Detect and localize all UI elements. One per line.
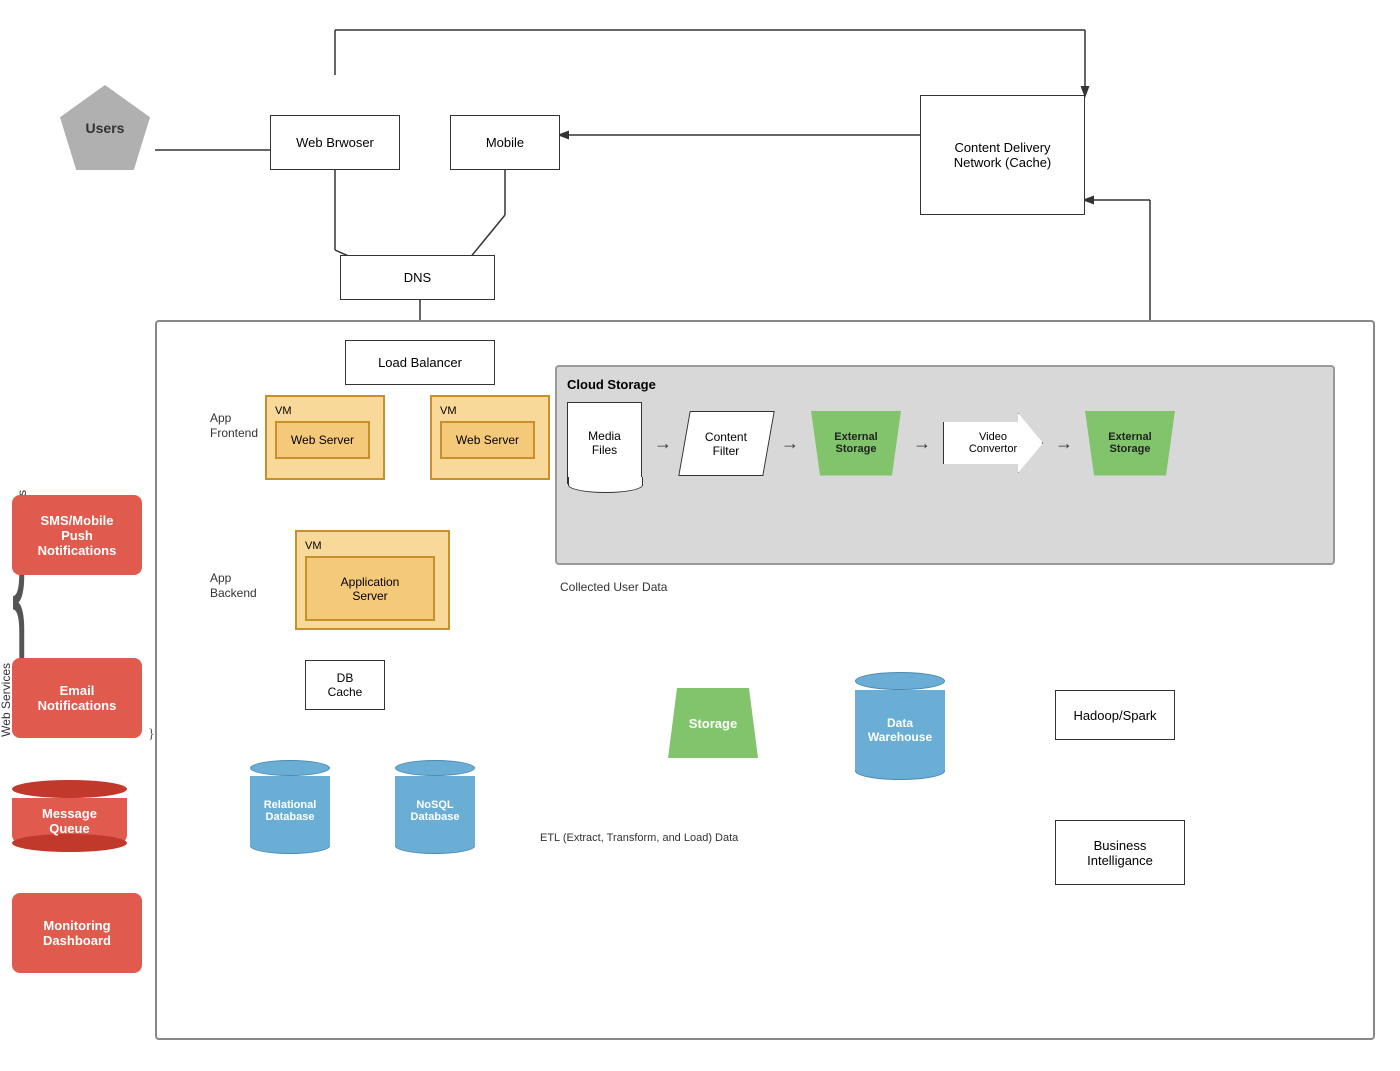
external-storage2-node: External Storage [1085,411,1175,476]
nosql-db-body: NoSQL Database [395,776,475,846]
email-notifications-node: Email Notifications [12,658,142,738]
users-label: Users [86,120,125,136]
nosql-db-label: NoSQL Database [411,799,460,823]
app-backend-label: App Backend [210,570,257,600]
mobile-node: Mobile [450,115,560,170]
business-intel-node: Business Intelligance [1055,820,1185,885]
arrow-1: → [654,433,672,454]
relational-db-body: Relational Database [250,776,330,846]
cdn-node: Content Delivery Network (Cache) [920,95,1085,215]
message-queue-label: Message Queue [42,806,97,836]
relational-db-node: Relational Database [250,760,330,854]
external-storage1-node: External Storage [811,411,901,476]
media-files-label: Media Files [588,429,621,457]
content-filter-label: Content Filter [705,429,747,457]
relational-db-label: Relational Database [264,799,317,823]
web-services-curly: } [148,495,155,975]
storage-label: Storage [689,716,737,731]
dw-top [855,672,945,690]
vm3-label: VM [305,540,440,552]
message-queue-node: Message Queue [12,780,127,852]
db-cache-node: DB Cache [305,660,385,710]
app-server-label: Application Server [341,575,400,603]
cloud-storage-label: Cloud Storage [567,377,1323,392]
vm1-label: VM [275,405,375,417]
diagram-container: Users Web Brwoser Mobile DNS Content Del… [0,0,1400,1071]
hadoop-spark-label: Hadoop/Spark [1073,708,1156,723]
nosql-db-node: NoSQL Database [395,760,475,854]
web-server2-label: Web Server [456,433,519,447]
mq-bottom [12,834,127,852]
load-balancer-node: Load Balancer [345,340,495,385]
video-convertor-label: Video Convertor [969,431,1017,455]
hadoop-spark-node: Hadoop/Spark [1055,690,1175,740]
db-cache-label: DB Cache [328,671,363,699]
vm2-outer: VM Web Server [430,395,550,480]
cdn-label: Content Delivery Network (Cache) [954,140,1052,170]
monitoring-dashboard-label: Monitoring Dashboard [43,918,111,948]
dns-node: DNS [340,255,495,300]
sms-notifications-node: SMS/Mobile Push Notifications [12,495,142,575]
data-warehouse-label: Data Warehouse [868,716,932,744]
relational-db-top [250,760,330,776]
mobile-label: Mobile [486,135,524,150]
vm2-label: VM [440,405,540,417]
vm1-outer: VM Web Server [265,395,385,480]
nosql-db-top [395,760,475,776]
web-server2-node: Web Server [440,421,535,459]
collected-user-data-label: Collected User Data [560,580,667,594]
mq-top [12,780,127,798]
external-storage1-label: External Storage [834,431,877,455]
web-server1-label: Web Server [291,433,354,447]
monitoring-dashboard-node: Monitoring Dashboard [12,893,142,973]
cloud-storage-area: Cloud Storage Media Files → Content Filt… [555,365,1335,565]
content-filter-node: Content Filter [678,411,774,476]
web-browser-label: Web Brwoser [296,135,374,150]
web-server1-node: Web Server [275,421,370,459]
external-storage2-label: External Storage [1108,431,1151,455]
email-notifications-label: Email Notifications [38,683,117,713]
web-services-vert-label: Web Services [0,600,12,800]
etl-label: ETL (Extract, Transform, and Load) Data [540,832,738,844]
web-browser-node: Web Brwoser [270,115,400,170]
media-files-node: Media Files [567,402,642,484]
vm3-outer: VM Application Server [295,530,450,630]
storage-node: Storage [668,688,758,758]
arrow-3: → [913,433,931,454]
data-warehouse-node: Data Warehouse [855,672,945,780]
arrow-4: → [1055,433,1073,454]
users-node: Users [60,85,150,170]
arrow-2: → [781,433,799,454]
dns-label: DNS [404,270,431,285]
sms-notifications-label: SMS/Mobile Push Notifications [38,513,117,558]
app-frontend-label: App Frontend [210,410,258,440]
users-shape: Users [60,85,150,170]
business-intel-label: Business Intelligance [1087,838,1153,868]
load-balancer-label: Load Balancer [378,355,462,370]
video-convertor-node: Video Convertor [943,413,1043,473]
dw-body: Data Warehouse [855,690,945,770]
app-server-node: Application Server [305,556,435,621]
